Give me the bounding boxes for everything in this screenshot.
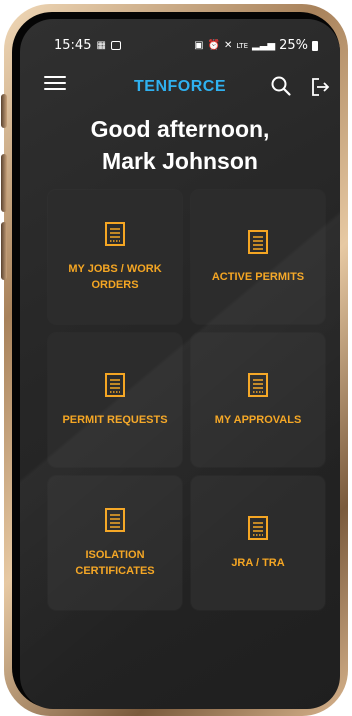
image-icon: [110, 41, 121, 50]
tile-label: MY JOBS / WORK ORDERS: [68, 263, 162, 291]
tile-my-jobs[interactable]: MY JOBS / WORK ORDERS: [48, 190, 182, 324]
tile-jra-tra[interactable]: JRA / TRA: [191, 476, 325, 610]
tile-isolation-certificates[interactable]: ISOLATION CERTIFICATES: [48, 476, 182, 610]
signal-icon: ▂▃▅: [252, 40, 276, 51]
status-time: 15:45: [54, 38, 92, 53]
app-screen: 15:45 ▦ ▣ ⏰ ✕ LTE ▂▃▅ 25% TENFORCE Good …: [20, 19, 340, 709]
document-icon: [105, 508, 125, 532]
logout-button[interactable]: [309, 76, 331, 98]
tile-label: PERMIT REQUESTS: [62, 414, 168, 426]
calendar-icon: ▦: [96, 40, 106, 51]
search-button[interactable]: [270, 75, 292, 97]
app-logo: TENFORCE: [134, 78, 226, 95]
greeting: Good afternoon, Mark Johnson: [20, 113, 340, 177]
search-icon: [271, 76, 291, 96]
tile-permit-requests[interactable]: PERMIT REQUESTS: [48, 333, 182, 467]
greeting-line: Good afternoon,: [90, 116, 270, 142]
alarm-icon: ⏰: [207, 40, 220, 51]
battery-icon: [312, 40, 318, 51]
battery-percent: 25%: [279, 38, 308, 53]
document-icon: [248, 373, 268, 397]
document-icon: [105, 222, 125, 246]
document-icon: [248, 230, 268, 254]
phone-side-button: [1, 94, 7, 128]
tile-label: MY APPROVALS: [214, 414, 302, 426]
document-icon: [248, 516, 268, 540]
phone-frame: 15:45 ▦ ▣ ⏰ ✕ LTE ▂▃▅ 25% TENFORCE Good …: [1, 4, 348, 716]
mute-icon: ✕: [223, 40, 233, 51]
status-bar: 15:45 ▦ ▣ ⏰ ✕ LTE ▂▃▅ 25%: [20, 35, 340, 59]
user-name: Mark Johnson: [102, 148, 258, 174]
app-bar: TENFORCE: [20, 67, 340, 107]
phone-side-button: [1, 154, 7, 212]
tile-label: ISOLATION CERTIFICATES: [75, 549, 155, 577]
logout-icon: [312, 78, 330, 96]
network-type: LTE: [236, 41, 249, 50]
phone-side-button: [1, 222, 7, 280]
tile-active-permits[interactable]: ACTIVE PERMITS: [191, 190, 325, 324]
document-icon: [105, 373, 125, 397]
tile-my-approvals[interactable]: MY APPROVALS: [191, 333, 325, 467]
tile-label: ACTIVE PERMITS: [211, 271, 305, 283]
vpn-lock-icon: ▣: [194, 40, 204, 51]
tile-label: JRA / TRA: [231, 557, 285, 569]
dashboard-tiles: MY JOBS / WORK ORDERS ACTIVE PERMITS PER…: [48, 190, 326, 610]
